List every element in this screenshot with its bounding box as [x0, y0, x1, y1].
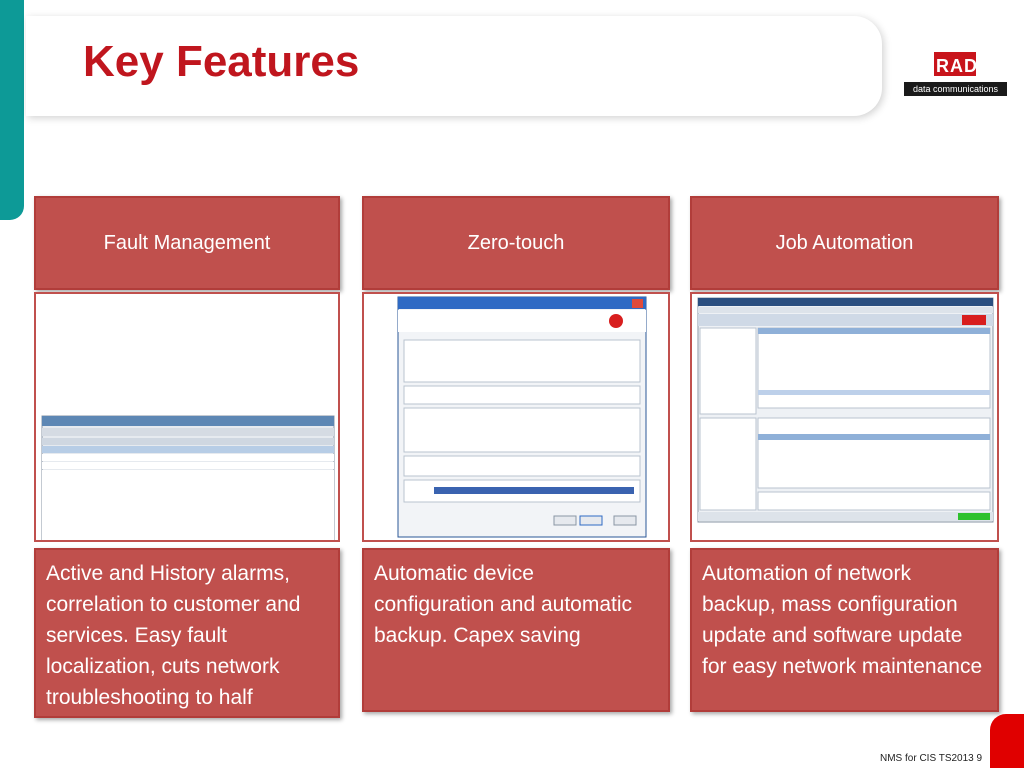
page-number: 9: [976, 753, 983, 764]
feature-screenshot: [690, 292, 999, 542]
feature-title: Fault Management: [34, 196, 340, 290]
feature-description: Automation of network backup, mass confi…: [690, 548, 999, 712]
logo-brand: RAD: [934, 52, 977, 76]
footer-text: NMS for CIS TS2013: [880, 753, 974, 764]
create-rule-wizard-screenshot: [397, 296, 647, 538]
event-browser-screenshot: [41, 415, 335, 540]
red-corner-accent: [990, 714, 1024, 768]
feature-title: Job Automation: [690, 196, 999, 290]
teal-side-accent: [0, 0, 24, 220]
feature-screenshot: [362, 292, 670, 542]
job-manager-screenshot: [697, 297, 994, 523]
logo-tagline: data communications: [904, 82, 1007, 96]
slide-title: Key Features: [83, 37, 360, 86]
feature-description: Active and History alarms, correlation t…: [34, 548, 340, 718]
feature-screenshot: [34, 292, 340, 542]
feature-title: Zero-touch: [362, 196, 670, 290]
feature-description: Automatic device configuration and autom…: [362, 548, 670, 712]
slide-footer: NMS for CIS TS2013 9: [880, 753, 982, 764]
rad-logo: RAD data communications: [904, 52, 1007, 96]
